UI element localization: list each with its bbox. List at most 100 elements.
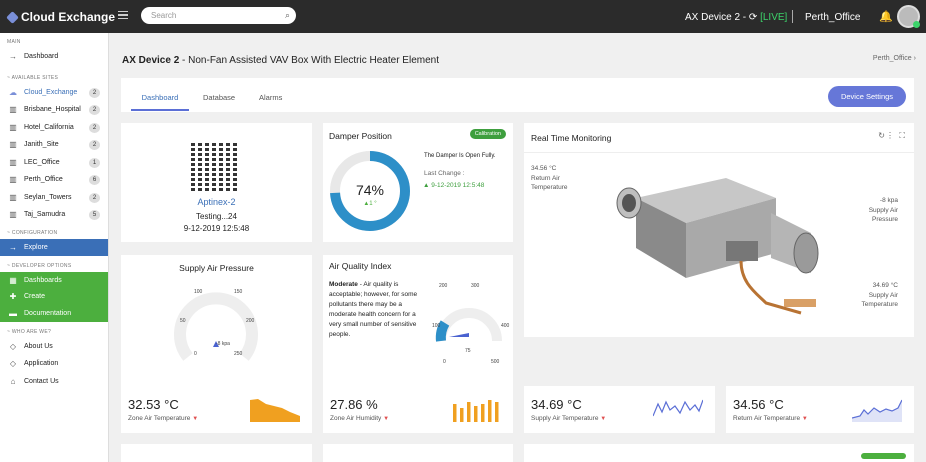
sidebar-header-main: MAIN <box>7 39 21 45</box>
search-icon[interactable]: ⌕ <box>285 10 290 21</box>
sidebar-item-label: Create <box>24 293 46 301</box>
site-count-badge: 2 <box>89 140 100 150</box>
sidebar-item-site[interactable]: ▥ Perth_Office 6 <box>0 171 108 189</box>
building-icon: ▥ <box>9 192 17 202</box>
calibration-badge[interactable]: Calibration <box>469 129 506 139</box>
aqi-tick: 0 <box>443 359 446 365</box>
dashboards-icon: ▦ <box>9 275 17 285</box>
realtime-title: Real Time Monitoring <box>531 133 612 143</box>
sidebar-item-site[interactable]: ▥ Hotel_California 2 <box>0 119 108 137</box>
sidebar-item-dashboards[interactable]: ▦ Dashboards <box>0 272 108 289</box>
arrow-icon: → <box>9 242 17 252</box>
refresh-icon[interactable]: ⟳ <box>749 12 757 23</box>
tab-dashboard[interactable]: Dashboard <box>131 93 189 111</box>
supply-pressure-value: -8 kpa <box>879 197 898 204</box>
sidebar-item-about[interactable]: ◇ About Us <box>0 338 108 356</box>
pressure-tick: 250 <box>234 351 243 357</box>
page-title-device: AX Device 2 <box>122 55 180 66</box>
site-title[interactable]: Perth_Office <box>805 12 860 23</box>
bell-icon[interactable]: 🔔 <box>879 10 893 23</box>
sidebar-item-label: Documentation <box>24 309 72 317</box>
sidebar-item-label: Brisbane_Hospital <box>24 106 81 114</box>
pressure-unit: -8 kpa <box>216 341 230 347</box>
pressure-title: Supply Air Pressure <box>179 263 254 273</box>
stat-value: 34.56 °C <box>733 397 784 412</box>
heater-valve <box>784 299 816 307</box>
caret-down-icon: ▼ <box>801 416 808 422</box>
site-count-badge: 2 <box>89 192 100 203</box>
sidebar-item-contact[interactable]: ⌂ Contact Us <box>0 373 108 391</box>
stat-value: 34.69 °C <box>531 397 582 412</box>
damper-delta: ▲1 ° <box>363 201 377 207</box>
aqi-needle <box>449 333 469 337</box>
sidebar-item-documentation[interactable]: ▬ Documentation <box>0 305 108 322</box>
sidebar-item-label: Taj_Samudra <box>24 211 66 219</box>
stat-value: 32.53 °C <box>128 397 179 412</box>
tab-database[interactable]: Database <box>203 93 235 102</box>
sidebar-item-site[interactable]: ▥ LEC_Office 1 <box>0 154 108 172</box>
logo-icon <box>6 10 19 24</box>
heater-element <box>726 241 758 261</box>
aqi-description: Moderate - Air quality is acceptable; ho… <box>329 280 421 340</box>
bottom-card-1 <box>121 444 312 462</box>
sidebar-item-label: Perth_Office <box>24 176 63 184</box>
sidebar-item-site[interactable]: ▥ Janith_Site 2 <box>0 136 108 154</box>
stat-card: 27.86 % Zone Air Humidity ▼ <box>323 386 513 433</box>
menu-icon[interactable] <box>118 11 128 19</box>
avatar[interactable] <box>897 5 920 28</box>
pressure-gauge: 0 50 100 150 200 250 -8 kpa <box>174 289 258 361</box>
search-input[interactable]: Search ⌕ <box>141 7 296 24</box>
realtime-card: Real Time Monitoring ↻ ⋮ ⛶ 34.56 °C Retu… <box>524 123 914 337</box>
supply-pressure-label: Supply Air Pressure <box>868 207 898 223</box>
aqi-tick: 100 <box>432 323 441 329</box>
stat-label[interactable]: Supply Air Temperature ▼ <box>531 415 606 422</box>
stat-label[interactable]: Return Air Temperature ▼ <box>733 415 808 422</box>
device-name-link[interactable]: Aptinex-2 <box>121 197 312 207</box>
app-title: Cloud Exchange <box>21 10 116 24</box>
sparkline-area <box>852 400 902 422</box>
sidebar-header-dev: ~ DEVELOPER OPTIONS <box>7 263 72 269</box>
damper-title: Damper Position <box>329 131 392 141</box>
device-status: Testing...24 <box>196 212 237 221</box>
sidebar-item-application[interactable]: ◇ Application <box>0 355 108 373</box>
breadcrumb[interactable]: Perth_Office › <box>873 55 916 62</box>
sidebar-item-label: Contact Us <box>24 377 59 385</box>
sidebar-item-site[interactable]: ☁ Cloud_Exchange 2 <box>0 84 108 102</box>
more-icon[interactable]: ⋮ <box>886 131 894 140</box>
device-title: AX Device 2 - ⟳ [LIVE] <box>685 12 787 23</box>
damper-value: 74% <box>356 182 384 198</box>
sidebar-item-site[interactable]: ▥ Seylan_Towers 2 <box>0 189 108 207</box>
app-logo[interactable]: Cloud Exchange <box>6 10 116 24</box>
aqi-tick: 400 <box>501 323 510 329</box>
pressure-gauge-track <box>174 292 258 361</box>
documentation-icon: ▬ <box>9 308 17 318</box>
topbar-divider <box>792 10 793 23</box>
stat-label[interactable]: Zone Air Temperature ▼ <box>128 415 198 422</box>
sidebar-item-site[interactable]: ▥ Taj_Samudra 5 <box>0 206 108 224</box>
pressure-tick: 0 <box>194 351 197 357</box>
sidebar-item-label: Explore <box>24 243 48 251</box>
pressure-tick: 50 <box>180 318 186 324</box>
search-placeholder: Search <box>151 11 177 20</box>
fullscreen-icon[interactable]: ⛶ <box>899 131 905 141</box>
bottom-card-2 <box>323 444 513 462</box>
stat-label[interactable]: Zone Air Humidity ▼ <box>330 415 389 422</box>
last-change-label: Last Change : <box>424 170 465 177</box>
device-settings-button[interactable]: Device Settings <box>828 86 906 107</box>
damper-card: Damper Position Calibration 74% ▲1 ° The… <box>323 123 513 242</box>
device-name: AX Device 2 - <box>685 12 747 23</box>
sparkline-bar <box>453 404 457 422</box>
supply-temp-label: Supply Air Temperature <box>861 292 899 308</box>
sidebar-item-explore[interactable]: → Explore <box>0 238 108 256</box>
aqi-card: Air Quality Index Moderate - Air quality… <box>323 255 513 400</box>
sidebar-item-dashboard[interactable]: → Dashboard <box>0 48 108 66</box>
tab-alarms[interactable]: Alarms <box>259 93 282 102</box>
stat-card: 34.69 °C Supply Air Temperature ▼ <box>524 386 715 433</box>
refresh-icon[interactable]: ↻ <box>878 131 885 140</box>
bottom-badge <box>861 453 906 459</box>
tag-icon: ◇ <box>9 341 17 351</box>
sidebar-item-site[interactable]: ▥ Brisbane_Hospital 2 <box>0 101 108 119</box>
sidebar-item-create[interactable]: ✚ Create <box>0 288 108 305</box>
aqi-gauge-fill <box>435 320 450 342</box>
pressure-tick: 150 <box>234 289 243 295</box>
